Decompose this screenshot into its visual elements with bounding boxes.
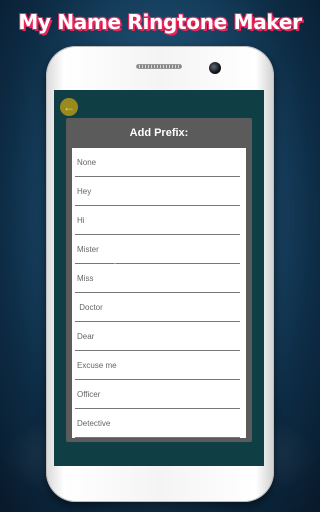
camera-icon [209, 62, 221, 74]
prefix-option-excuse-me[interactable]: Excuse me [72, 351, 246, 380]
prefix-option-miss[interactable]: Miss [72, 264, 246, 293]
arrow-left-icon: ← [63, 100, 75, 114]
phone-screen: ← Add Prefix: None Hey Hi Mister Miss Do… [54, 90, 264, 466]
dialog-title: Add Prefix: [129, 127, 189, 139]
prefix-option-doctor[interactable]: Doctor [72, 293, 246, 322]
add-prefix-dialog: Add Prefix: None Hey Hi Mister Miss Doct… [66, 118, 252, 442]
back-button[interactable]: ← [60, 98, 78, 116]
prefix-option-officer[interactable]: Officer [72, 380, 246, 409]
watermark-text: UpdateStar.com [101, 247, 219, 264]
prefix-option-none[interactable]: None [72, 148, 246, 177]
prefix-option-detective[interactable]: Detective [72, 409, 246, 438]
prefix-option-hi[interactable]: Hi [72, 206, 246, 235]
speaker-icon [136, 64, 182, 69]
phone-frame: ← Add Prefix: None Hey Hi Mister Miss Do… [46, 46, 274, 502]
prefix-option-dear[interactable]: Dear [72, 322, 246, 351]
app-headline: My Name Ringtone Maker [18, 10, 302, 34]
prefix-option-hey[interactable]: Hey [72, 177, 246, 206]
prefix-list: None Hey Hi Mister Miss Doctor Dear Excu… [72, 148, 246, 438]
